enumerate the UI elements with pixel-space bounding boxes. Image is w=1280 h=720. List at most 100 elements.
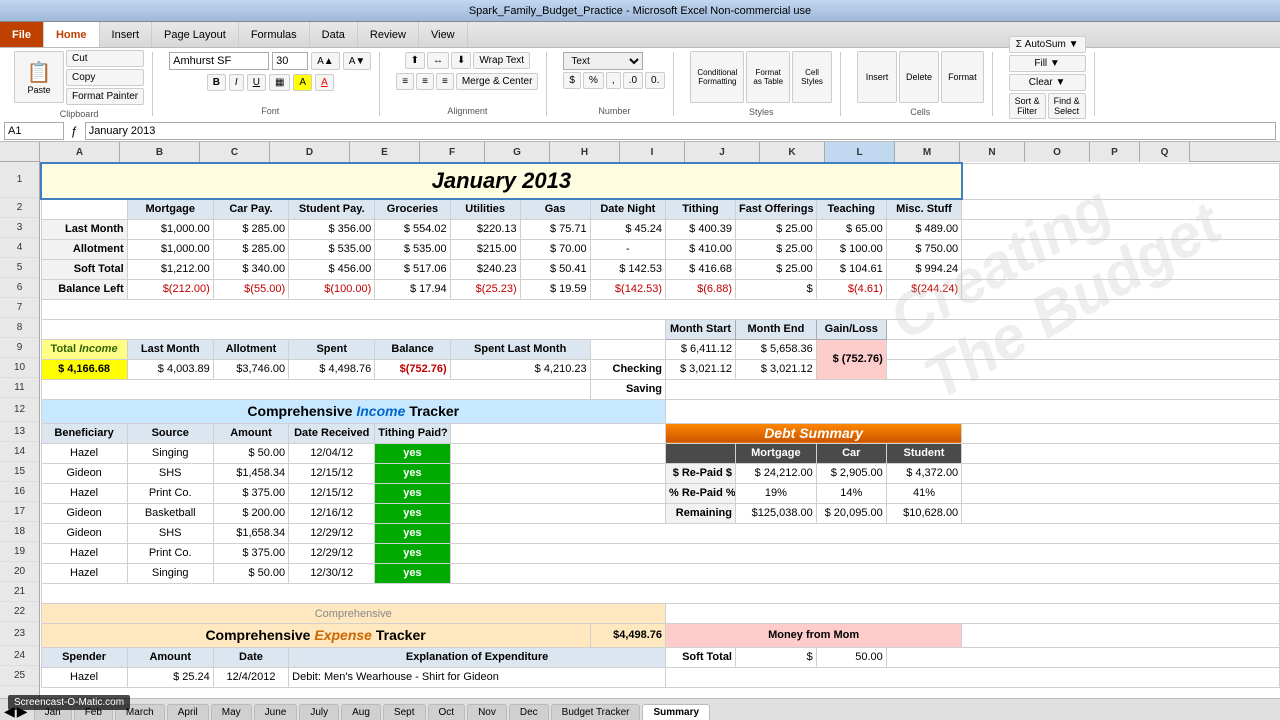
align-bottom-btn[interactable]: ⬇ — [451, 52, 471, 69]
col-gas[interactable]: Gas — [520, 199, 590, 219]
cell-r6c9[interactable]: $(6.88) — [666, 279, 736, 299]
cut-button[interactable]: Cut — [66, 50, 144, 67]
debt-repaid-label[interactable]: $ Re-Paid $ — [666, 463, 736, 483]
cell-r14-date[interactable]: 12/04/12 — [289, 443, 375, 463]
col-header-j[interactable]: J — [685, 142, 760, 162]
sheet-tab-april[interactable]: April — [167, 704, 209, 720]
cell-r3c2[interactable]: $1,000.00 — [127, 219, 213, 239]
cell-lastmonth-hdr2[interactable]: Last Month — [127, 339, 213, 359]
debt-student-repaid[interactable]: $ 4,372.00 — [886, 463, 961, 483]
income-tracker-title[interactable]: Comprehensive Income Tracker — [41, 399, 666, 423]
col-header-b[interactable]: B — [120, 142, 200, 162]
increase-font-btn[interactable]: A▲ — [311, 52, 340, 70]
cell-r20c6[interactable] — [450, 563, 1279, 583]
debt-student-remaining[interactable]: $10,628.00 — [886, 503, 961, 523]
cell-r15-amount[interactable]: $1,458.34 — [213, 463, 288, 483]
insert-btn[interactable]: Insert — [857, 51, 897, 103]
sheet-tab-sept[interactable]: Sept — [383, 704, 426, 720]
mom-amount[interactable]: 50.00 — [816, 647, 886, 667]
col-miscstuff[interactable]: Misc. Stuff — [886, 199, 961, 219]
cell-r19-source[interactable]: Print Co. — [127, 543, 213, 563]
cell-r6c2[interactable]: $(212.00) — [127, 279, 213, 299]
col-header-d[interactable]: D — [270, 142, 350, 162]
col-amount[interactable]: Amount — [213, 423, 288, 443]
align-left-btn[interactable]: ≡ — [396, 73, 414, 90]
tab-data[interactable]: Data — [310, 22, 358, 47]
cell-r5c6[interactable]: $240.23 — [450, 259, 520, 279]
formula-input[interactable] — [85, 122, 1276, 140]
cell-r16-amount[interactable]: $ 375.00 — [213, 483, 288, 503]
cell-r2c13[interactable] — [962, 199, 1280, 219]
cell-r11c1[interactable] — [41, 379, 590, 399]
col-studentpay[interactable]: Student Pay. — [289, 199, 375, 219]
cell-r6c5[interactable]: $ 17.94 — [375, 279, 450, 299]
cell-r18c6[interactable] — [450, 523, 1279, 543]
cell-r13c13[interactable] — [962, 423, 1280, 443]
debt-car-repaid[interactable]: $ 2,905.00 — [816, 463, 886, 483]
cell-r4c10[interactable]: $ 25.00 — [736, 239, 817, 259]
cell-saving-end[interactable]: $ 3,021.12 — [736, 359, 817, 379]
sheet-tab-aug[interactable]: Aug — [341, 704, 381, 720]
exp-col-amount[interactable]: Amount — [127, 647, 213, 667]
cell-r4c11[interactable]: $ 100.00 — [816, 239, 886, 259]
cell-r18-beneficiary[interactable]: Gideon — [41, 523, 127, 543]
percent-btn[interactable]: % — [583, 72, 604, 89]
cell-monthend-hdr[interactable]: Month End — [736, 319, 817, 339]
cell-r14-tithing[interactable]: yes — [375, 443, 450, 463]
cell-balance-hdr[interactable]: Balance — [375, 339, 450, 359]
font-size-input[interactable] — [272, 52, 308, 70]
cell-r5c10[interactable]: $ 25.00 — [736, 259, 817, 279]
cell-r15-date[interactable]: 12/15/12 — [289, 463, 375, 483]
cell-r22c1[interactable]: Comprehensive — [41, 603, 666, 623]
cell-r18-amount[interactable]: $1,658.34 — [213, 523, 288, 543]
cell-r6c6[interactable]: $(25.23) — [450, 279, 520, 299]
cell-r4c8[interactable]: - — [590, 239, 665, 259]
mom-dollar[interactable]: $ — [736, 647, 817, 667]
cell-r17c6[interactable] — [450, 503, 665, 523]
font-color-btn[interactable]: A — [315, 74, 334, 91]
cell-r6c3[interactable]: $(55.00) — [213, 279, 288, 299]
cell-r12c9[interactable] — [666, 399, 1280, 423]
cell-r3c4[interactable]: $ 356.00 — [289, 219, 375, 239]
col-carpay[interactable]: Car Pay. — [213, 199, 288, 219]
sheet-tab-june[interactable]: June — [254, 704, 298, 720]
col-fastofferings[interactable]: Fast Offerings — [736, 199, 817, 219]
exp-col-spender[interactable]: Spender — [41, 647, 127, 667]
expense-total-cell[interactable]: $4,498.76 — [590, 623, 665, 647]
cell-r10c12[interactable] — [886, 359, 1279, 379]
col-mortgage[interactable]: Mortgage — [127, 199, 213, 219]
cell-r5c4[interactable]: $ 456.00 — [289, 259, 375, 279]
cell-r8c12[interactable] — [886, 319, 1279, 339]
autosum-btn[interactable]: Σ AutoSum ▼ — [1009, 36, 1086, 53]
cell-r2c1[interactable] — [41, 199, 127, 219]
cell-r17-tithing[interactable]: yes — [375, 503, 450, 523]
sheet-tab-dec[interactable]: Dec — [509, 704, 549, 720]
cell-r6c10[interactable]: $ — [736, 279, 817, 299]
cell-r4c9[interactable]: $ 410.00 — [666, 239, 736, 259]
cell-r3c6[interactable]: $220.13 — [450, 219, 520, 239]
cell-lastmonth-val[interactable]: $ 4,003.89 — [127, 359, 213, 379]
col-source[interactable]: Source — [127, 423, 213, 443]
cell-spentlastmonth-val[interactable]: $ 4,210.23 — [450, 359, 590, 379]
cell-r6c13[interactable] — [962, 279, 1280, 299]
cell-spent-hdr[interactable]: Spent — [289, 339, 375, 359]
sheet-tab-nov[interactable]: Nov — [467, 704, 507, 720]
cell-r3c7[interactable]: $ 75.71 — [520, 219, 590, 239]
cell-r3c3[interactable]: $ 285.00 — [213, 219, 288, 239]
cell-r5c11[interactable]: $ 104.61 — [816, 259, 886, 279]
cell-r7[interactable] — [41, 299, 1280, 319]
cell-r5c5[interactable]: $ 517.06 — [375, 259, 450, 279]
cell-r15c6[interactable] — [450, 463, 665, 483]
cell-allotment-hdr2[interactable]: Allotment — [213, 339, 288, 359]
copy-button[interactable]: Copy — [66, 69, 144, 86]
cell-r18-source[interactable]: SHS — [127, 523, 213, 543]
cell-r5c2[interactable]: $1,212.00 — [127, 259, 213, 279]
cell-r9c12[interactable] — [886, 339, 1279, 359]
exp-r25-amount[interactable]: $ 25.24 — [127, 667, 213, 687]
col-header-n[interactable]: N — [960, 142, 1025, 162]
cell-r14c13[interactable] — [962, 443, 1280, 463]
tab-home[interactable]: Home — [44, 22, 100, 47]
cell-r4c5[interactable]: $ 535.00 — [375, 239, 450, 259]
tab-view[interactable]: View — [419, 22, 468, 47]
cell-checking-start[interactable]: $ 6,411.12 — [666, 339, 736, 359]
